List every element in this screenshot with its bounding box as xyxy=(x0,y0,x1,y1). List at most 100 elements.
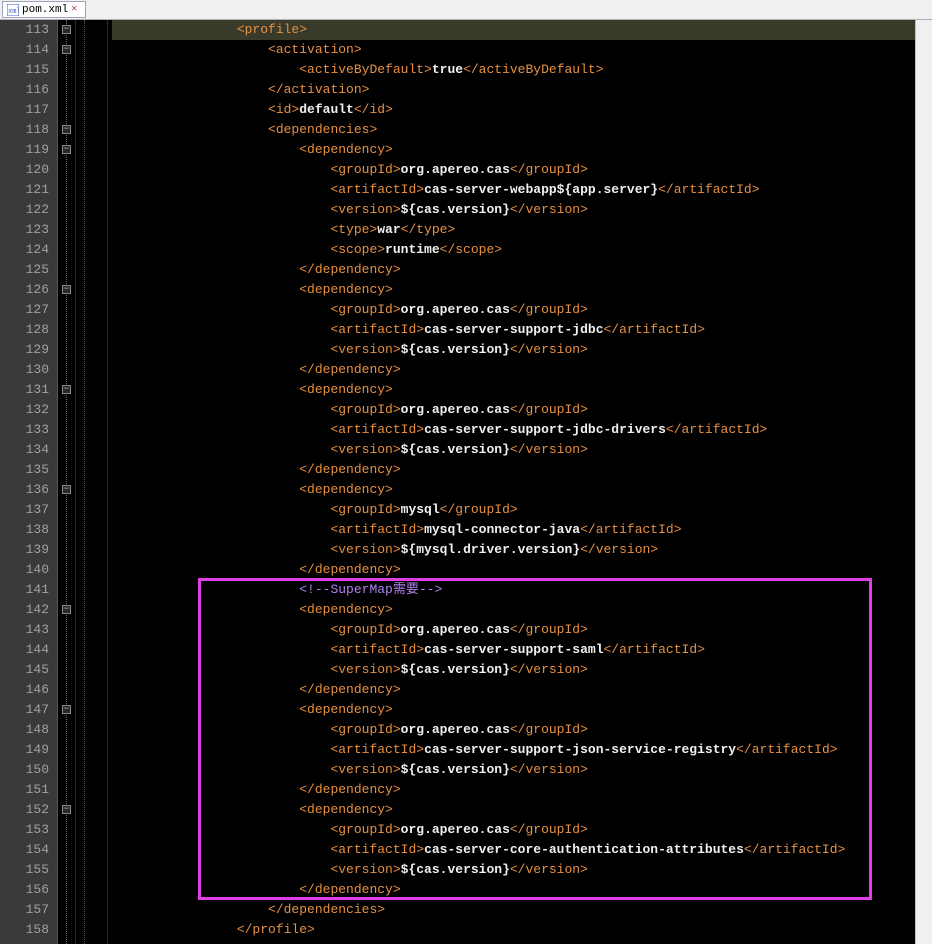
line-number: 124 xyxy=(0,240,49,260)
code-line[interactable]: <artifactId>cas-server-webapp${app.serve… xyxy=(112,180,915,200)
code-line[interactable]: <groupId>org.apereo.cas</groupId> xyxy=(112,820,915,840)
code-line[interactable]: <version>${mysql.driver.version}</versio… xyxy=(112,540,915,560)
code-line[interactable]: <artifactId>cas-server-support-jdbc</art… xyxy=(112,320,915,340)
code-line[interactable]: <dependency> xyxy=(112,480,915,500)
code-line[interactable]: <activation> xyxy=(112,40,915,60)
line-number: 140 xyxy=(0,560,49,580)
code-area[interactable]: <profile> <activation> <activeByDefault>… xyxy=(108,20,915,944)
fold-toggle[interactable]: − xyxy=(62,145,71,154)
code-line[interactable]: <!--SuperMap需要--> xyxy=(112,580,915,600)
line-number: 118 xyxy=(0,120,49,140)
line-number: 120 xyxy=(0,160,49,180)
code-line[interactable]: <dependency> xyxy=(112,800,915,820)
code-line[interactable]: <artifactId>cas-server-core-authenticati… xyxy=(112,840,915,860)
line-number: 151 xyxy=(0,780,49,800)
line-number: 121 xyxy=(0,180,49,200)
code-line[interactable]: <version>${cas.version}</version> xyxy=(112,760,915,780)
line-number: 122 xyxy=(0,200,49,220)
line-number: 133 xyxy=(0,420,49,440)
code-line[interactable]: </activation> xyxy=(112,80,915,100)
change-marker-column xyxy=(76,20,108,944)
line-number: 143 xyxy=(0,620,49,640)
code-line[interactable]: <activeByDefault>true</activeByDefault> xyxy=(112,60,915,80)
editor-area: 1131141151161171181191201211221231241251… xyxy=(0,20,932,944)
code-line[interactable]: <groupId>org.apereo.cas</groupId> xyxy=(112,300,915,320)
line-number: 127 xyxy=(0,300,49,320)
line-number: 149 xyxy=(0,740,49,760)
code-line[interactable]: <version>${cas.version}</version> xyxy=(112,340,915,360)
code-line[interactable]: </dependency> xyxy=(112,880,915,900)
xml-file-icon: xml xyxy=(7,4,19,16)
line-number: 146 xyxy=(0,680,49,700)
code-line[interactable]: <type>war</type> xyxy=(112,220,915,240)
code-line[interactable]: </dependency> xyxy=(112,560,915,580)
fold-toggle[interactable]: − xyxy=(62,25,71,34)
fold-toggle[interactable]: − xyxy=(62,385,71,394)
code-line[interactable]: <groupId>org.apereo.cas</groupId> xyxy=(112,620,915,640)
svg-text:xml: xml xyxy=(8,8,19,16)
fold-toggle[interactable]: − xyxy=(62,45,71,54)
code-line[interactable]: <version>${cas.version}</version> xyxy=(112,440,915,460)
code-line[interactable]: <version>${cas.version}</version> xyxy=(112,660,915,680)
code-line[interactable]: <artifactId>cas-server-support-jdbc-driv… xyxy=(112,420,915,440)
fold-column[interactable]: − − − − − − − − − − xyxy=(58,20,76,944)
code-line[interactable]: <groupId>org.apereo.cas</groupId> xyxy=(112,160,915,180)
line-number: 132 xyxy=(0,400,49,420)
code-line[interactable]: <artifactId>cas-server-support-saml</art… xyxy=(112,640,915,660)
line-number: 150 xyxy=(0,760,49,780)
tab-bar: xml pom.xml ✕ xyxy=(0,0,932,20)
line-number: 137 xyxy=(0,500,49,520)
line-number: 117 xyxy=(0,100,49,120)
line-number: 115 xyxy=(0,60,49,80)
line-number: 148 xyxy=(0,720,49,740)
code-line[interactable]: <artifactId>mysql-connector-java</artifa… xyxy=(112,520,915,540)
line-number: 114 xyxy=(0,40,49,60)
fold-toggle[interactable]: − xyxy=(62,485,71,494)
vertical-scrollbar[interactable] xyxy=(915,20,932,944)
line-number: 144 xyxy=(0,640,49,660)
fold-toggle[interactable]: − xyxy=(62,125,71,134)
code-line[interactable]: </profile> xyxy=(112,920,915,940)
line-number: 119 xyxy=(0,140,49,160)
line-number: 145 xyxy=(0,660,49,680)
code-line[interactable]: <id>default</id> xyxy=(112,100,915,120)
line-number-gutter: 1131141151161171181191201211221231241251… xyxy=(0,20,58,944)
code-line[interactable]: <dependency> xyxy=(112,380,915,400)
code-line[interactable]: <version>${cas.version}</version> xyxy=(112,200,915,220)
line-number: 147 xyxy=(0,700,49,720)
code-line[interactable]: <dependency> xyxy=(112,280,915,300)
code-line[interactable]: <groupId>org.apereo.cas</groupId> xyxy=(112,720,915,740)
line-number: 158 xyxy=(0,920,49,940)
fold-toggle[interactable]: − xyxy=(62,285,71,294)
code-line[interactable]: <groupId>org.apereo.cas</groupId> xyxy=(112,400,915,420)
code-line[interactable]: <profile> xyxy=(112,20,915,40)
code-line[interactable]: </dependencies> xyxy=(112,900,915,920)
line-number: 154 xyxy=(0,840,49,860)
code-line[interactable]: </dependency> xyxy=(112,360,915,380)
tab-pom-xml[interactable]: xml pom.xml ✕ xyxy=(2,1,86,18)
code-line[interactable]: <artifactId>cas-server-support-json-serv… xyxy=(112,740,915,760)
code-line[interactable]: </dependency> xyxy=(112,260,915,280)
code-line[interactable]: <scope>runtime</scope> xyxy=(112,240,915,260)
code-line[interactable]: <dependency> xyxy=(112,600,915,620)
code-line[interactable]: <dependency> xyxy=(112,140,915,160)
close-icon[interactable]: ✕ xyxy=(71,5,81,15)
line-number: 135 xyxy=(0,460,49,480)
line-number: 113 xyxy=(0,20,49,40)
code-line[interactable]: <groupId>mysql</groupId> xyxy=(112,500,915,520)
code-line[interactable]: </dependency> xyxy=(112,460,915,480)
line-number: 130 xyxy=(0,360,49,380)
code-line[interactable]: <dependency> xyxy=(112,700,915,720)
fold-toggle[interactable]: − xyxy=(62,705,71,714)
line-number: 142 xyxy=(0,600,49,620)
line-number: 116 xyxy=(0,80,49,100)
code-line[interactable]: <version>${cas.version}</version> xyxy=(112,860,915,880)
code-line[interactable]: </dependency> xyxy=(112,780,915,800)
line-number: 156 xyxy=(0,880,49,900)
fold-toggle[interactable]: − xyxy=(62,605,71,614)
line-number: 153 xyxy=(0,820,49,840)
line-number: 157 xyxy=(0,900,49,920)
code-line[interactable]: </dependency> xyxy=(112,680,915,700)
code-line[interactable]: <dependencies> xyxy=(112,120,915,140)
fold-toggle[interactable]: − xyxy=(62,805,71,814)
